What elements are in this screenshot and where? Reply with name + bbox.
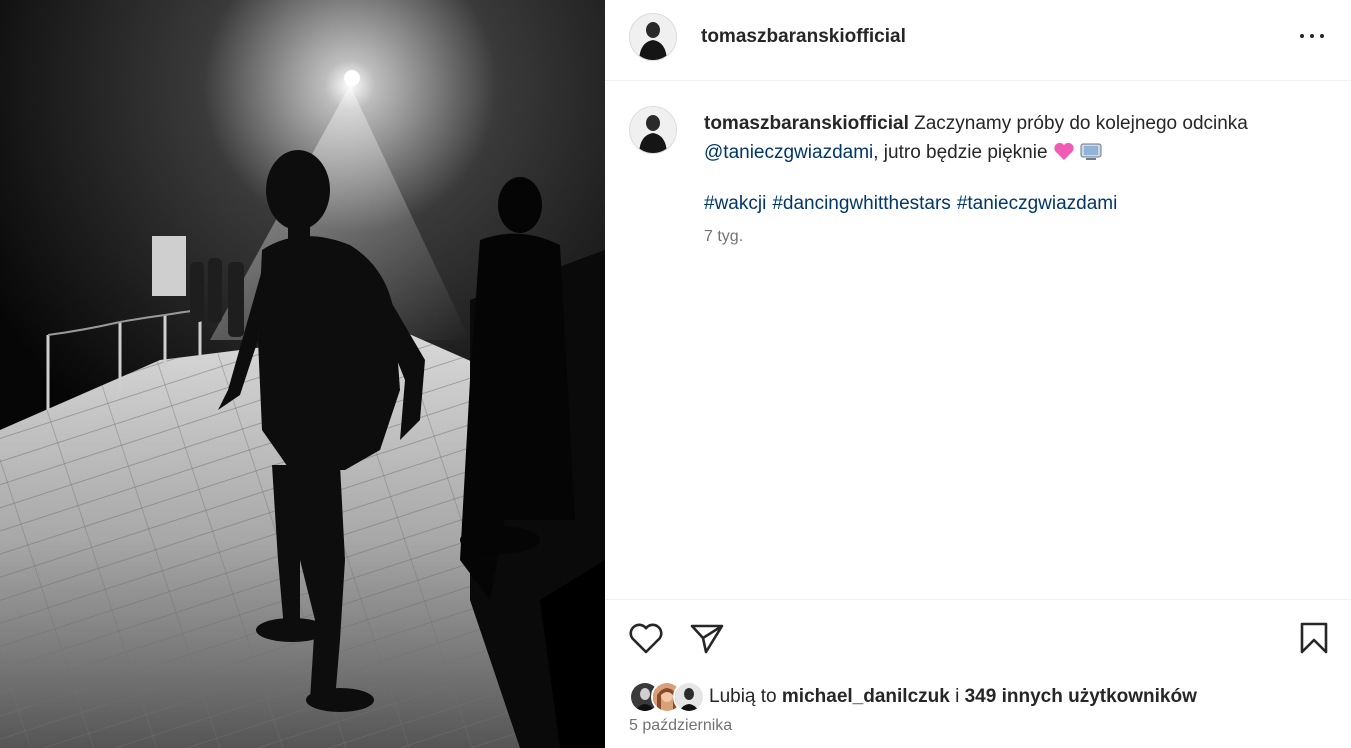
more-options-icon[interactable] <box>1297 24 1327 48</box>
hashtag-link[interactable]: #wakcji <box>704 193 766 214</box>
likes-count-link[interactable]: 349 innych użytkowników <box>965 686 1197 707</box>
likes-prefix: Lubią to <box>709 686 777 707</box>
likes-summary: Lubią to michael_danilczuk i 349 innych … <box>709 686 1197 708</box>
heart-icon[interactable] <box>628 621 664 660</box>
caption-author-avatar[interactable] <box>629 106 677 154</box>
photo-illustration <box>0 0 605 748</box>
hashtag-list: #wakcji #dancingwhitthestars #tanieczgwiaz… <box>704 189 1123 218</box>
liker-avatar <box>673 681 705 713</box>
caption-body-1: Zaczynamy próby do kolejnego odcinka <box>914 113 1248 134</box>
post-photo[interactable] <box>0 0 605 748</box>
bookmark-icon[interactable] <box>1299 621 1329 660</box>
caption-username[interactable]: tomaszbaranskiofficial <box>704 113 909 134</box>
author-username[interactable]: tomaszbaranskiofficial <box>701 26 906 48</box>
post-time-ago[interactable]: 7 tyg. <box>704 228 743 246</box>
caption-mention-link[interactable]: @tanieczgwiazdami <box>704 142 873 163</box>
post-header: tomaszbaranskiofficial <box>605 0 1351 81</box>
caption-text: tomaszbaranskiofficial Zaczynamy próby d… <box>704 109 1314 170</box>
post-date[interactable]: 5 października <box>629 717 732 735</box>
likes-mid: i <box>955 686 960 707</box>
paper-plane-icon[interactable] <box>689 621 725 660</box>
hashtag-link[interactable]: #tanieczgwiazdami <box>957 193 1118 214</box>
caption-body-2: , jutro będzie pięknie <box>873 142 1048 163</box>
liker-username[interactable]: michael_danilczuk <box>782 686 950 707</box>
pink-heart-emoji <box>1053 141 1075 170</box>
tv-emoji <box>1080 141 1102 170</box>
hashtag-link[interactable]: #dancingwhitthestars <box>772 193 951 214</box>
author-avatar[interactable] <box>629 13 677 61</box>
post-detail-panel: tomaszbaranskiofficial tomaszbaranskioff… <box>605 0 1351 748</box>
actions-bar <box>605 599 1351 600</box>
